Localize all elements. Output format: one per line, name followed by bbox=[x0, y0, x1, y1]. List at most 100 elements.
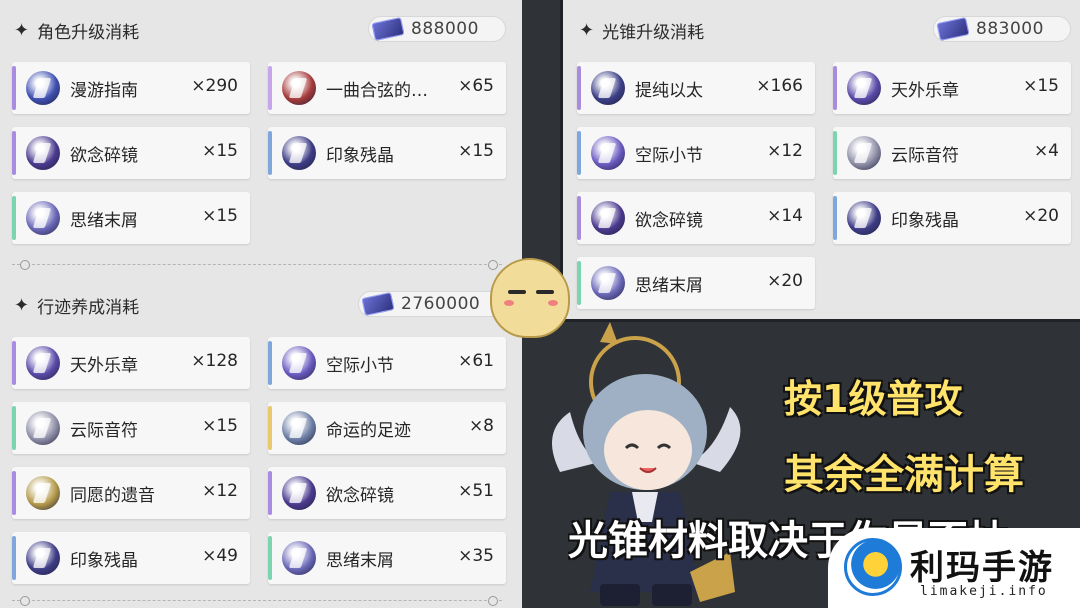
material-name: 欲念碎镜 bbox=[70, 146, 138, 166]
rarity-bar bbox=[577, 66, 581, 110]
rarity-bar bbox=[268, 341, 272, 385]
material-name: 思绪末屑 bbox=[635, 276, 703, 296]
rarity-bar bbox=[268, 406, 272, 450]
material-item[interactable]: 漫游指南 ×290 bbox=[12, 62, 250, 114]
material-item[interactable]: 欲念碎镜 ×14 bbox=[577, 192, 815, 244]
music-sheet-icon bbox=[26, 346, 60, 380]
credit-icon bbox=[936, 17, 970, 41]
material-quantity: ×4 bbox=[1033, 141, 1059, 161]
credit-icon bbox=[371, 17, 405, 41]
rarity-bar bbox=[577, 261, 581, 305]
music-sheet-icon bbox=[847, 71, 881, 105]
rarity-bar bbox=[12, 131, 16, 175]
material-name: 印象残晶 bbox=[326, 146, 394, 166]
material-item[interactable]: 一曲合弦的… ×65 bbox=[268, 62, 506, 114]
material-quantity: ×290 bbox=[191, 76, 238, 96]
shard-icon bbox=[591, 266, 625, 300]
material-item[interactable]: 欲念碎镜 ×51 bbox=[268, 467, 506, 519]
material-item[interactable]: 天外乐章 ×15 bbox=[833, 62, 1071, 114]
material-name: 同愿的遗音 bbox=[70, 486, 155, 506]
echo-icon bbox=[26, 476, 60, 510]
footprint-icon bbox=[282, 411, 316, 445]
sparkle-icon: ✦ bbox=[579, 20, 595, 41]
music-bar-icon bbox=[282, 346, 316, 380]
material-name: 思绪末屑 bbox=[70, 211, 138, 231]
ether-icon bbox=[591, 71, 625, 105]
trace-credit-cost: 2760000 bbox=[358, 291, 506, 317]
shard-icon bbox=[26, 201, 60, 235]
material-item[interactable]: 天外乐章 ×128 bbox=[12, 337, 250, 389]
material-name: 空际小节 bbox=[326, 356, 394, 376]
material-name: 提纯以太 bbox=[635, 81, 703, 101]
rarity-bar bbox=[268, 471, 272, 515]
material-name: 命运的足迹 bbox=[326, 421, 411, 441]
material-item[interactable]: 命运的足迹 ×8 bbox=[268, 402, 506, 454]
material-quantity: ×15 bbox=[202, 141, 238, 161]
section-divider bbox=[12, 260, 502, 270]
cone-credit-cost: 883000 bbox=[933, 16, 1071, 42]
mirror-icon bbox=[591, 201, 625, 235]
crystal-icon bbox=[847, 201, 881, 235]
material-quantity: ×49 bbox=[202, 546, 238, 566]
material-item[interactable]: 云际音符 ×15 bbox=[12, 402, 250, 454]
rarity-bar bbox=[12, 406, 16, 450]
rarity-bar bbox=[12, 341, 16, 385]
material-quantity: ×166 bbox=[756, 76, 803, 96]
material-quantity: ×8 bbox=[468, 416, 494, 436]
material-item[interactable]: 印象残晶 ×49 bbox=[12, 532, 250, 584]
material-name: 一曲合弦的… bbox=[326, 81, 428, 101]
watermark-brand: 利玛手游 bbox=[910, 548, 1054, 588]
material-item[interactable]: 欲念碎镜 ×15 bbox=[12, 127, 250, 179]
music-note-icon bbox=[26, 411, 60, 445]
cone-cost-value: 883000 bbox=[976, 19, 1044, 39]
rarity-bar bbox=[833, 196, 837, 240]
material-name: 云际音符 bbox=[70, 421, 138, 441]
material-item[interactable]: 思绪末屑 ×20 bbox=[577, 257, 815, 309]
mirror-icon bbox=[26, 136, 60, 170]
trace-section-title: 行迹养成消耗 bbox=[37, 298, 140, 318]
trace-cost-value: 2760000 bbox=[401, 294, 481, 314]
rarity-bar bbox=[577, 196, 581, 240]
material-item[interactable]: 思绪末屑 ×15 bbox=[12, 192, 250, 244]
material-quantity: ×15 bbox=[202, 416, 238, 436]
material-quantity: ×65 bbox=[458, 76, 494, 96]
material-item[interactable]: 云际音符 ×4 bbox=[833, 127, 1071, 179]
material-item[interactable]: 提纯以太 ×166 bbox=[577, 62, 815, 114]
material-quantity: ×12 bbox=[202, 481, 238, 501]
material-name: 印象残晶 bbox=[891, 211, 959, 231]
material-quantity: ×20 bbox=[767, 271, 803, 291]
cone-section-title: 光锥升级消耗 bbox=[602, 23, 705, 43]
material-item[interactable]: 同愿的遗音 ×12 bbox=[12, 467, 250, 519]
material-name: 云际音符 bbox=[891, 146, 959, 166]
material-item[interactable]: 空际小节 ×61 bbox=[268, 337, 506, 389]
credit-icon bbox=[361, 292, 395, 316]
material-quantity: ×35 bbox=[458, 546, 494, 566]
rarity-bar bbox=[12, 196, 16, 240]
material-item[interactable]: 思绪末屑 ×35 bbox=[268, 532, 506, 584]
material-item[interactable]: 印象残晶 ×15 bbox=[268, 127, 506, 179]
material-name: 思绪末屑 bbox=[326, 551, 394, 571]
material-name: 欲念碎镜 bbox=[326, 486, 394, 506]
crystal-icon bbox=[26, 541, 60, 575]
right-materials-panel: ✦ 光锥升级消耗 883000 提纯以太 ×166 天外乐章 ×15 空际小节 ×12 云际… bbox=[560, 0, 1080, 322]
rarity-bar bbox=[268, 66, 272, 110]
music-bar-icon bbox=[591, 136, 625, 170]
material-item[interactable]: 空际小节 ×12 bbox=[577, 127, 815, 179]
mirror-icon bbox=[282, 476, 316, 510]
rarity-bar bbox=[268, 536, 272, 580]
sparkle-icon: ✦ bbox=[14, 20, 30, 41]
section-divider-bottom bbox=[12, 596, 502, 606]
char-credit-cost: 888000 bbox=[368, 16, 506, 42]
material-item[interactable]: 印象残晶 ×20 bbox=[833, 192, 1071, 244]
material-quantity: ×61 bbox=[458, 351, 494, 371]
material-name: 漫游指南 bbox=[70, 81, 138, 101]
shard-icon bbox=[282, 541, 316, 575]
material-quantity: ×15 bbox=[1023, 76, 1059, 96]
rarity-bar bbox=[12, 536, 16, 580]
rarity-bar bbox=[268, 131, 272, 175]
char-cost-value: 888000 bbox=[411, 19, 479, 39]
cone-section-header: ✦ 光锥升级消耗 bbox=[579, 18, 704, 43]
material-name: 印象残晶 bbox=[70, 551, 138, 571]
caption-line-2: 其余全满计算 bbox=[784, 452, 1024, 498]
material-quantity: ×51 bbox=[458, 481, 494, 501]
